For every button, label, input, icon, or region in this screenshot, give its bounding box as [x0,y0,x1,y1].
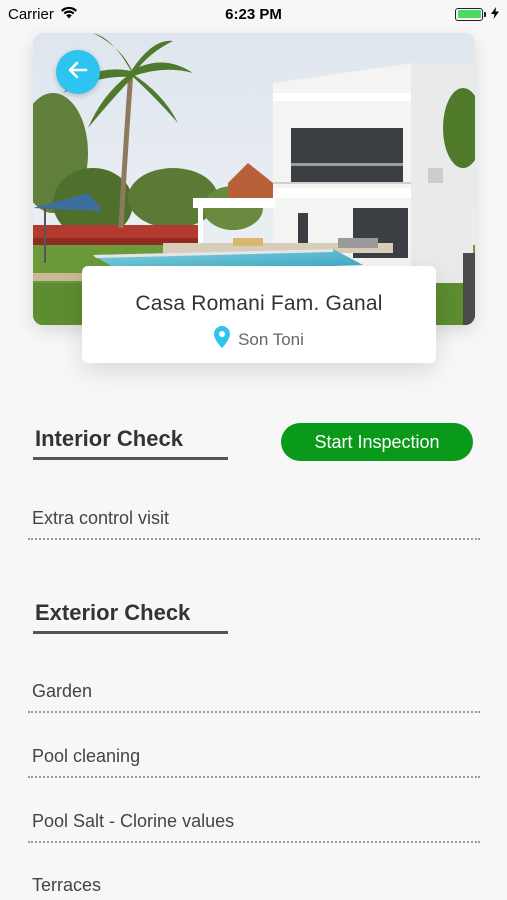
property-info-card: Casa Romani Fam. Ganal Son Toni [82,266,436,363]
check-item-label: Pool Salt - Clorine values [32,811,235,831]
check-item-pool-cleaning[interactable]: Pool cleaning [28,738,480,778]
dotted-divider [28,841,480,843]
check-item-label: Extra control visit [32,508,170,528]
map-pin-icon [214,326,231,353]
check-item-pool-salt[interactable]: Pool Salt - Clorine values [28,803,480,843]
check-item-label: Terraces [32,875,102,895]
check-item-terraces[interactable]: Terraces [32,867,480,900]
exterior-check-heading: Exterior Check [35,600,191,625]
back-button[interactable] [56,50,100,94]
start-inspection-button[interactable]: Start Inspection [281,423,473,461]
interior-check-underline [33,457,228,460]
property-name: Casa Romani Fam. Ganal [135,292,383,315]
check-item-extra-control-visit[interactable]: Extra control visit [28,500,480,540]
status-bar: Carrier 6:23 PM [0,0,507,28]
check-item-label: Pool cleaning [32,746,141,766]
check-item-garden[interactable]: Garden [28,673,480,713]
arrow-left-icon [66,58,90,87]
check-item-label: Garden [32,681,93,701]
wifi-icon [60,6,78,23]
dotted-divider [28,776,480,778]
interior-check-heading: Interior Check [35,426,183,451]
bolt-icon [491,6,499,23]
dotted-divider [28,711,480,713]
dotted-divider [28,538,480,540]
status-left: Carrier [8,6,78,23]
battery-level [457,10,481,18]
battery-icon [455,7,486,21]
status-right [455,6,499,23]
carrier-label: Carrier [8,5,54,23]
location-label: Son Toni [238,329,304,349]
screen: Carrier 6:23 PM Casa Romani Fam. Ganal S… [0,0,507,900]
property-location: Son Toni [82,326,436,353]
exterior-check-underline [33,631,228,634]
